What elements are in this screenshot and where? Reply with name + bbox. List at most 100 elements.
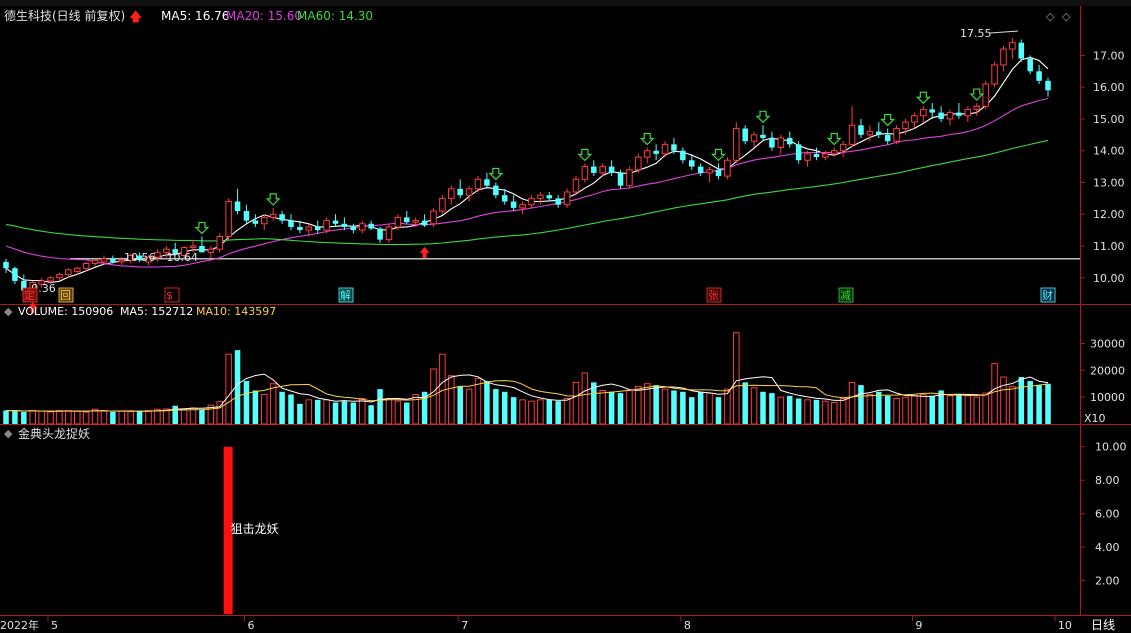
- month-label: 5: [51, 619, 58, 632]
- diamond-icon[interactable]: ◇: [1046, 10, 1055, 23]
- volume-bar: [243, 381, 250, 424]
- volume-bar: [563, 398, 571, 425]
- price-tick-label: 16.00: [1093, 81, 1125, 94]
- volume-bar: [813, 399, 820, 424]
- volume-bar: [1000, 376, 1007, 425]
- volume-ma10-label: MA10: 143597: [196, 305, 276, 318]
- candle-body: [332, 220, 339, 224]
- volume-bar: [572, 381, 580, 425]
- volume-bar: [457, 386, 463, 424]
- candle-body: [929, 109, 935, 113]
- candle-body: [635, 156, 642, 171]
- candle-body: [65, 269, 72, 276]
- volume-bar: [599, 389, 606, 425]
- volume-bar: [385, 398, 393, 425]
- ma20-label: MA20: 15.60: [226, 9, 302, 23]
- volume-bar: [973, 396, 981, 425]
- volume-bar: [929, 395, 935, 424]
- candle-body: [1009, 42, 1016, 50]
- volume-bar: [617, 393, 624, 424]
- candle-body: [724, 159, 731, 177]
- volume-bar: [546, 399, 553, 424]
- price-tick-label: 13.00: [1093, 176, 1125, 189]
- candle-body: [519, 204, 526, 209]
- range-label: 10.56 - 10.64: [124, 251, 198, 264]
- candle-body: [688, 160, 695, 167]
- candle-body: [884, 134, 891, 142]
- volume-bar: [510, 397, 517, 424]
- candle-body: [991, 64, 998, 85]
- candle-body: [199, 246, 205, 253]
- candle-body: [314, 226, 321, 231]
- candle-body: [1027, 58, 1033, 72]
- candle-body: [920, 108, 927, 117]
- event-marker: 减: [840, 289, 851, 302]
- candle-body: [643, 150, 651, 158]
- price-tick-label: 15.00: [1093, 113, 1125, 126]
- event-marker: 定: [24, 288, 35, 302]
- candle-body: [697, 166, 704, 173]
- volume-bar: [982, 392, 989, 425]
- stock-title[interactable]: 德生科技(日线 前复权): [4, 8, 125, 23]
- candle-body: [225, 201, 232, 237]
- candle-body: [510, 201, 517, 208]
- volume-dot-icon: ◆: [4, 305, 13, 318]
- volume-bar: [252, 390, 259, 424]
- candle-body: [234, 201, 241, 212]
- volume-bar: [724, 388, 731, 425]
- candle-body: [269, 213, 277, 218]
- volume-bar: [715, 397, 722, 424]
- diamond-icon-2[interactable]: ◇: [1062, 10, 1071, 23]
- candle-body: [341, 223, 348, 227]
- candle-body: [581, 166, 589, 180]
- volume-bar: [991, 363, 998, 425]
- volume-bar: [964, 395, 972, 425]
- volume-bar: [350, 402, 357, 424]
- candle-body: [626, 169, 633, 187]
- candle-body: [760, 134, 766, 138]
- candle-body: [946, 112, 954, 120]
- candle-body: [1045, 80, 1051, 91]
- volume-bar: [1027, 381, 1033, 424]
- volume-bar: [180, 408, 188, 425]
- volume-bar: [537, 399, 544, 425]
- volume-bar: [145, 410, 152, 425]
- event-marker: 财: [1042, 288, 1053, 302]
- volume-bar: [199, 409, 205, 424]
- volume-bar: [448, 375, 455, 425]
- volume-bar: [608, 391, 615, 424]
- candle-body: [484, 179, 490, 186]
- volume-bar: [911, 395, 918, 425]
- candle-body: [893, 127, 900, 142]
- volume-bar: [653, 385, 659, 424]
- volume-bar: [332, 402, 339, 424]
- candle-body: [189, 245, 197, 249]
- candle-body: [733, 127, 740, 161]
- month-label: 6: [247, 619, 254, 632]
- volume-bar: [404, 402, 410, 424]
- volume-bar: [73, 410, 81, 425]
- volume-bar: [626, 389, 633, 425]
- volume-multiplier: X10: [1084, 412, 1106, 425]
- volume-bar: [946, 395, 954, 425]
- volume-bar: [56, 410, 63, 425]
- volume-bar: [377, 389, 383, 424]
- candle-body: [528, 197, 535, 206]
- chart-canvas: 17.55←9.3610.56 - 10.64定回 $ 解张减财 狙击龙妖 10.0…: [0, 6, 1131, 633]
- price-tick-label: 17.00: [1093, 49, 1125, 62]
- period-label[interactable]: 日线: [1091, 618, 1115, 632]
- year-label: 2022年: [0, 618, 39, 632]
- indicator-tick-label: 6.00: [1095, 508, 1120, 521]
- candle-body: [777, 137, 785, 149]
- candle-body: [100, 258, 108, 263]
- volume-bar: [314, 399, 321, 424]
- volume-bar: [82, 411, 90, 425]
- candle-body: [1000, 48, 1007, 66]
- volume-bar: [760, 391, 766, 424]
- candle-body: [421, 220, 428, 226]
- candle-body: [795, 144, 802, 161]
- candle-body: [858, 125, 864, 135]
- candle-body: [439, 197, 446, 212]
- candle-body: [599, 166, 606, 174]
- candle-body: [501, 195, 508, 202]
